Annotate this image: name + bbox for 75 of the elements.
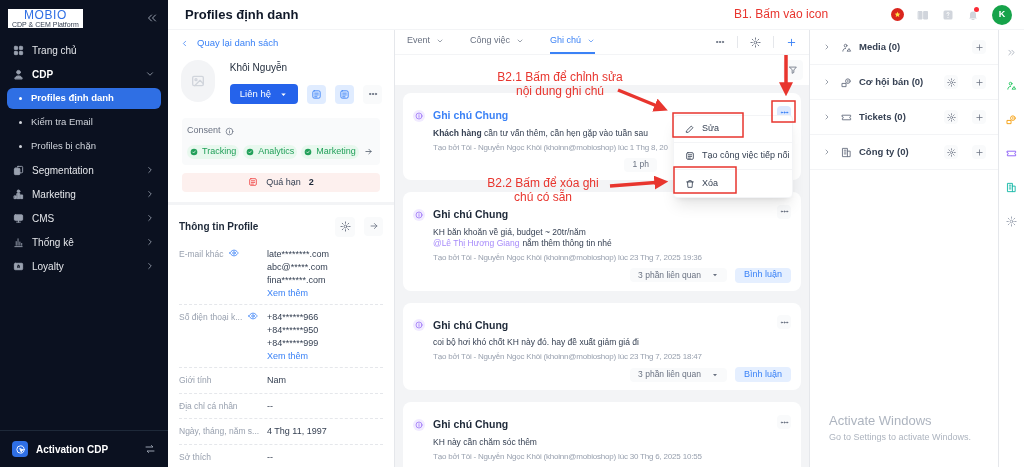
consent-chip: Analytics	[243, 144, 298, 159]
menu-item[interactable]: Xóa	[674, 170, 792, 197]
consent-chip: Tracking	[187, 144, 240, 159]
note-meta: Tạo bởi Tôi - Nguyễn Ngọc Khôi (khoinn@mobioshop) lúc 23 Thg 7, 2025 19:36	[433, 251, 702, 263]
note-text: @Lê Thị Hương Giang nắm thêm thông tin nhé	[433, 237, 612, 249]
mention-link[interactable]: @Lê Thị Hương Giang	[433, 237, 520, 248]
field-value: 4 Thg 11, 1997	[267, 426, 327, 437]
field-label: Số điện thoại k...	[179, 310, 243, 324]
comment-button[interactable]: Bình luận	[734, 367, 791, 383]
tab[interactable]: Event	[407, 30, 444, 54]
nav-item[interactable]: Marketing	[7, 182, 161, 206]
workspace-name: Activation CDP	[36, 442, 110, 457]
field-value: +84******999	[267, 337, 319, 348]
watermark-text: Go to Settings to activate Windows.	[829, 430, 972, 444]
section-title: Thông tin Profile	[179, 220, 259, 235]
related-dropdown[interactable]: 3 phần liên quan	[630, 268, 727, 282]
overdue-label: Quá hạn	[266, 175, 301, 189]
note-text: KH băn khoăn về giá, budget ~ 20tr/năm	[433, 226, 586, 238]
nav-subitem[interactable]: Profiles bị chặn	[7, 135, 161, 157]
see-more-link[interactable]: Xem thêm	[267, 287, 330, 298]
overdue-count: 2	[308, 175, 314, 189]
user-avatar[interactable]: K	[992, 4, 1012, 25]
consent-label: Consent	[187, 124, 221, 138]
nav-subitem[interactable]: Kiểm tra Email	[7, 111, 161, 133]
related-dropdown[interactable]: 1 ph	[624, 157, 657, 172]
note-title: Ghi chú Chung	[433, 206, 510, 222]
section-label: Cơ hội bán (0)	[859, 74, 925, 89]
menu-item[interactable]: Sửa	[674, 116, 792, 143]
back-link[interactable]: Quay lại danh sách	[180, 36, 382, 51]
menu-item[interactable]: Tạo công việc tiếp nối	[674, 143, 792, 170]
note-title: Ghi chú Chung	[433, 317, 510, 333]
field-value: +84******950	[267, 324, 319, 335]
field-label: Ngày, tháng, năm s...	[179, 425, 260, 438]
section-label: Tickets (0)	[859, 109, 907, 124]
nav-subitem[interactable]: Profiles định danh	[7, 87, 161, 109]
note-title: Ghi chú Chung	[433, 417, 510, 433]
nav-item[interactable]: Trang chủ	[7, 38, 161, 62]
nav-item[interactable]: CDP	[7, 62, 161, 86]
note-text: KH này cần chăm sóc thêm	[433, 437, 537, 448]
field-value: --	[267, 400, 273, 411]
related-dropdown[interactable]: 3 phần liên quan	[630, 367, 727, 382]
field-label: E-mail khác	[179, 247, 224, 261]
annotation-text: B1. Bấm vào icon	[734, 7, 830, 21]
nav-item[interactable]: Loyalty	[7, 254, 161, 278]
tab[interactable]: Công việc	[470, 30, 525, 54]
contact-button[interactable]: Liên hệ	[229, 84, 298, 105]
nav-item[interactable]: CMS	[7, 206, 161, 230]
field-value: late********.com	[267, 248, 330, 259]
field-value: --	[267, 452, 273, 462]
field-value: +84******966	[267, 311, 319, 322]
tab[interactable]: Ghi chú	[550, 30, 596, 54]
field-value: Nam	[267, 374, 286, 385]
note-meta: Tạo bởi Tôi - Nguyễn Ngọc Khôi (khoinn@mobioshop) lúc 23 Thg 7, 2025 18:47	[433, 351, 702, 363]
field-label: Giới tính	[179, 373, 212, 387]
annotation-text: B2.2 Bấm để xóa ghi chú có sẵn	[486, 176, 600, 204]
nav-item[interactable]: Segmentation	[7, 158, 161, 182]
note-title: Ghi chú Chung	[433, 108, 510, 123]
page-title: Profiles định danh	[185, 5, 299, 24]
field-label: Địa chỉ cá nhân	[179, 399, 238, 413]
note-meta: Tạo bởi Tôi - Nguyễn Ngọc Khôi (khoinn@mobioshop) lúc 30 Thg 6, 2025 10:55	[433, 451, 702, 462]
nav-item[interactable]: Thống kê	[7, 230, 161, 254]
note-text: coi bộ hơi khó chốt KH này đó. hay đề xuất giảm giá đi	[433, 337, 639, 349]
profile-name: Khôi Nguyễn	[229, 60, 289, 76]
note-meta: Tạo bởi Tôi - Nguyễn Ngọc Khôi (khoinn@mobioshop) lúc 1 Thg 8, 20	[433, 141, 668, 153]
note-text: Khách hàng cần tư vấn thêm, cần hẹn gặp vào tuần sau	[433, 127, 648, 139]
consent-chip: Marketing	[301, 144, 359, 159]
watermark-title: Activate Windows	[829, 412, 933, 430]
see-more-link[interactable]: Xem thêm	[267, 350, 319, 361]
field-value: fina*******.com	[267, 274, 327, 285]
section-label: Media (0)	[859, 39, 902, 54]
section-label: Công ty (0)	[859, 144, 910, 159]
comment-button[interactable]: Bình luận	[734, 267, 791, 283]
field-value: abc@*****.com	[267, 261, 329, 272]
field-label: Sở thích	[179, 451, 212, 464]
annotation-text: B2.1 Bấm để chỉnh sửa nội dung ghi chú	[496, 70, 624, 98]
